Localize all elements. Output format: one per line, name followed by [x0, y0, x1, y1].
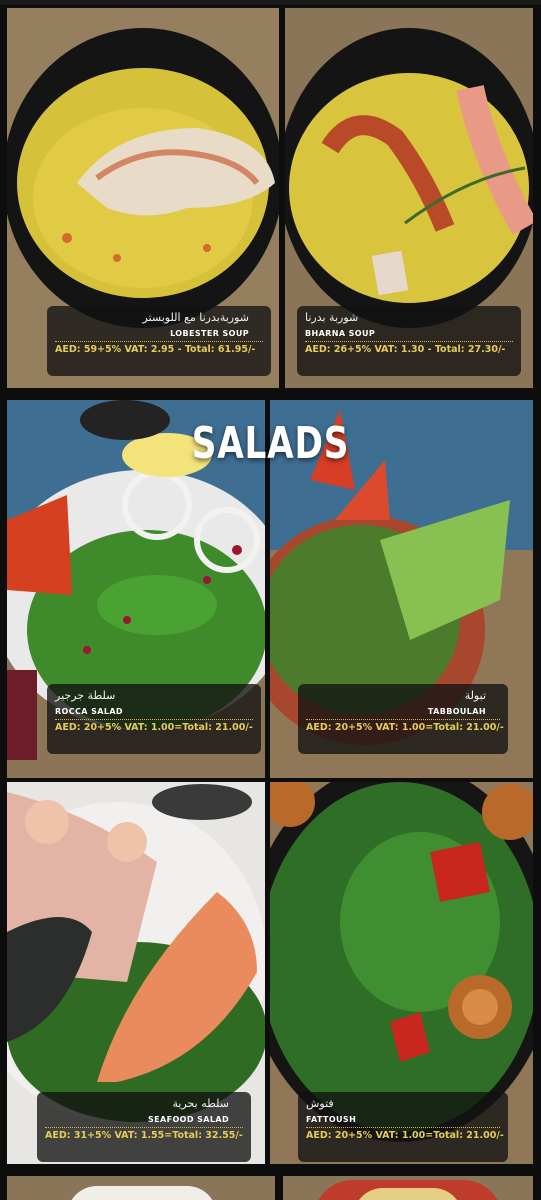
item-price: AED: 26+5% VAT: 1.30 - Total: 27.30/- — [305, 344, 506, 355]
item-arabic-name: سلطة جرجير — [55, 689, 116, 702]
seafood-salad-label: سلطه بحرية SEAFOOD SALAD AED: 31+5% VAT:… — [37, 1092, 251, 1162]
item-price: AED: 59+5% VAT: 2.95 - Total: 61.95/- — [55, 344, 256, 355]
item-english-name: ROCCA SALAD — [55, 707, 123, 716]
dotted-divider — [55, 341, 263, 342]
seafood-salad-card[interactable]: سلطه بحرية SEAFOOD SALAD AED: 31+5% VAT:… — [7, 782, 265, 1164]
dotted-divider — [45, 1127, 243, 1128]
dotted-divider — [305, 341, 513, 342]
dotted-divider — [55, 719, 253, 720]
item-arabic-name: شوربة بدرنا — [305, 311, 359, 324]
item-arabic-name: تبولة — [464, 689, 486, 702]
bharna-soup-label: شوربة بدرنا BHARNA SOUP AED: 26+5% VAT: … — [297, 306, 521, 376]
lobester-soup-card[interactable]: شوربةبدرنا مع اللوبستر LOBESTER SOUP AED… — [7, 8, 279, 388]
top-strip — [0, 0, 541, 5]
item-arabic-name: فتوش — [306, 1097, 334, 1110]
item-english-name: LOBESTER SOUP — [170, 329, 249, 338]
item-arabic-name: شوربةبدرنا مع اللوبستر — [142, 311, 249, 324]
item-english-name: SEAFOOD SALAD — [148, 1115, 229, 1124]
item-price: AED: 20+5% VAT: 1.00=Total: 21.00/- — [306, 722, 504, 733]
dotted-divider — [306, 719, 500, 720]
dotted-divider — [306, 1127, 500, 1128]
tabboulah-label: تبولة TABBOULAH AED: 20+5% VAT: 1.00=Tot… — [298, 684, 508, 754]
item-english-name: FATTOUSH — [306, 1115, 357, 1124]
item-price: AED: 31+5% VAT: 1.55=Total: 32.55/- — [45, 1130, 243, 1141]
item-english-name: TABBOULAH — [427, 707, 486, 716]
fattoush-label: فتوش FATTOUSH AED: 20+5% VAT: 1.00=Total… — [298, 1092, 508, 1162]
next-item-peek-left — [7, 1176, 275, 1200]
lobester-soup-label: شوربةبدرنا مع اللوبستر LOBESTER SOUP AED… — [47, 306, 271, 376]
item-price: AED: 20+5% VAT: 1.00=Total: 21.00/- — [306, 1130, 504, 1141]
section-title: SALADS — [191, 418, 350, 469]
item-price: AED: 20+5% VAT: 1.00=Total: 21.00/- — [55, 722, 253, 733]
next-item-peek-right — [283, 1176, 533, 1200]
rocca-salad-label: سلطة جرجير ROCCA SALAD AED: 20+5% VAT: 1… — [47, 684, 261, 754]
item-english-name: BHARNA SOUP — [305, 329, 376, 338]
fattoush-card[interactable]: فتوش FATTOUSH AED: 20+5% VAT: 1.00=Total… — [270, 782, 533, 1164]
item-arabic-name: سلطه بحرية — [172, 1097, 229, 1110]
bharna-soup-card[interactable]: شوربة بدرنا BHARNA SOUP AED: 26+5% VAT: … — [285, 8, 533, 388]
